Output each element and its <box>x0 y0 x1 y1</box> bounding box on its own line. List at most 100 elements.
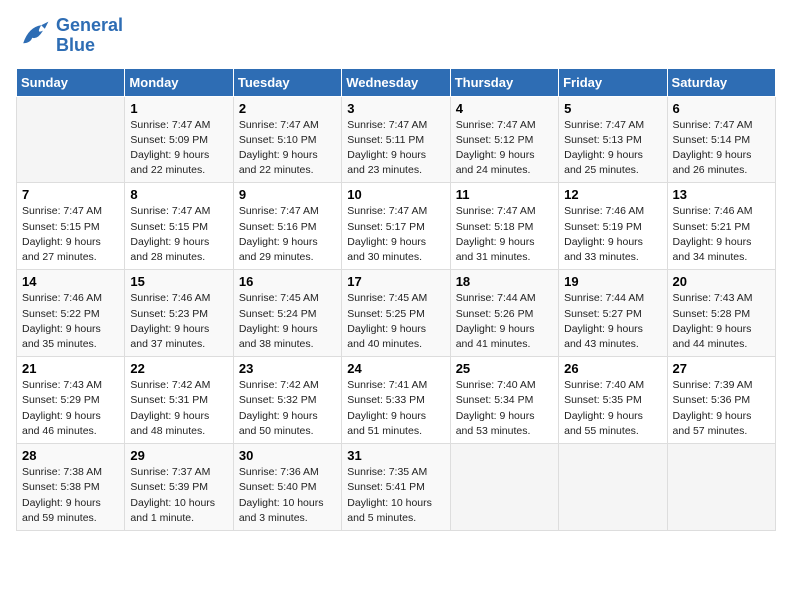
day-info: Sunrise: 7:46 AMSunset: 5:21 PMDaylight:… <box>673 204 770 265</box>
week-row-1: 1 Sunrise: 7:47 AMSunset: 5:09 PMDaylight… <box>17 96 776 183</box>
day-number: 17 <box>347 274 444 289</box>
day-info: Sunrise: 7:36 AMSunset: 5:40 PMDaylight:… <box>239 465 336 526</box>
day-cell: 15 Sunrise: 7:46 AMSunset: 5:23 PMDayligh… <box>125 270 233 357</box>
day-info: Sunrise: 7:43 AMSunset: 5:28 PMDaylight:… <box>673 291 770 352</box>
day-cell <box>559 444 667 531</box>
day-number: 8 <box>130 187 227 202</box>
day-info: Sunrise: 7:45 AMSunset: 5:24 PMDaylight:… <box>239 291 336 352</box>
day-cell: 23 Sunrise: 7:42 AMSunset: 5:32 PMDayligh… <box>233 357 341 444</box>
day-cell: 17 Sunrise: 7:45 AMSunset: 5:25 PMDayligh… <box>342 270 450 357</box>
day-info: Sunrise: 7:47 AMSunset: 5:15 PMDaylight:… <box>130 204 227 265</box>
day-cell: 19 Sunrise: 7:44 AMSunset: 5:27 PMDayligh… <box>559 270 667 357</box>
day-info: Sunrise: 7:47 AMSunset: 5:10 PMDaylight:… <box>239 118 336 179</box>
day-info: Sunrise: 7:47 AMSunset: 5:18 PMDaylight:… <box>456 204 553 265</box>
day-number: 29 <box>130 448 227 463</box>
day-info: Sunrise: 7:45 AMSunset: 5:25 PMDaylight:… <box>347 291 444 352</box>
day-number: 11 <box>456 187 553 202</box>
week-row-4: 21Sunrise: 7:43 AMSunset: 5:29 PMDayligh… <box>17 357 776 444</box>
day-cell: 29 Sunrise: 7:37 AMSunset: 5:39 PMDayligh… <box>125 444 233 531</box>
day-cell: 27 Sunrise: 7:39 AMSunset: 5:36 PMDayligh… <box>667 357 775 444</box>
day-cell <box>667 444 775 531</box>
day-info: Sunrise: 7:46 AMSunset: 5:22 PMDaylight:… <box>22 291 119 352</box>
day-number: 23 <box>239 361 336 376</box>
day-info: Sunrise: 7:40 AMSunset: 5:35 PMDaylight:… <box>564 378 661 439</box>
weekday-header-row: SundayMondayTuesdayWednesdayThursdayFrid… <box>17 68 776 96</box>
day-info: Sunrise: 7:42 AMSunset: 5:32 PMDaylight:… <box>239 378 336 439</box>
day-number: 9 <box>239 187 336 202</box>
day-number: 4 <box>456 101 553 116</box>
logo-text: General Blue <box>56 16 123 56</box>
week-row-5: 28Sunrise: 7:38 AMSunset: 5:38 PMDayligh… <box>17 444 776 531</box>
day-info: Sunrise: 7:46 AMSunset: 5:19 PMDaylight:… <box>564 204 661 265</box>
day-info: Sunrise: 7:40 AMSunset: 5:34 PMDaylight:… <box>456 378 553 439</box>
day-cell: 21Sunrise: 7:43 AMSunset: 5:29 PMDayligh… <box>17 357 125 444</box>
day-cell: 14 Sunrise: 7:46 AMSunset: 5:22 PMDayligh… <box>17 270 125 357</box>
day-info: Sunrise: 7:35 AMSunset: 5:41 PMDaylight:… <box>347 465 444 526</box>
day-number: 1 <box>130 101 227 116</box>
day-cell: 2 Sunrise: 7:47 AMSunset: 5:10 PMDaylight… <box>233 96 341 183</box>
day-info: Sunrise: 7:44 AMSunset: 5:26 PMDaylight:… <box>456 291 553 352</box>
day-info: Sunrise: 7:47 AMSunset: 5:11 PMDaylight:… <box>347 118 444 179</box>
day-number: 27 <box>673 361 770 376</box>
day-number: 22 <box>130 361 227 376</box>
day-cell: 16Sunrise: 7:45 AMSunset: 5:24 PMDayligh… <box>233 270 341 357</box>
day-number: 20 <box>673 274 770 289</box>
day-cell <box>450 444 558 531</box>
day-cell: 7 Sunrise: 7:47 AMSunset: 5:15 PMDaylight… <box>17 183 125 270</box>
day-number: 26 <box>564 361 661 376</box>
day-cell: 3 Sunrise: 7:47 AMSunset: 5:11 PMDaylight… <box>342 96 450 183</box>
day-info: Sunrise: 7:47 AMSunset: 5:12 PMDaylight:… <box>456 118 553 179</box>
day-info: Sunrise: 7:47 AMSunset: 5:09 PMDaylight:… <box>130 118 227 179</box>
day-info: Sunrise: 7:39 AMSunset: 5:36 PMDaylight:… <box>673 378 770 439</box>
day-cell: 13 Sunrise: 7:46 AMSunset: 5:21 PMDayligh… <box>667 183 775 270</box>
day-number: 12 <box>564 187 661 202</box>
day-cell: 8 Sunrise: 7:47 AMSunset: 5:15 PMDaylight… <box>125 183 233 270</box>
day-cell: 1 Sunrise: 7:47 AMSunset: 5:09 PMDaylight… <box>125 96 233 183</box>
day-number: 2 <box>239 101 336 116</box>
calendar-table: SundayMondayTuesdayWednesdayThursdayFrid… <box>16 68 776 531</box>
day-number: 3 <box>347 101 444 116</box>
week-row-3: 14 Sunrise: 7:46 AMSunset: 5:22 PMDayligh… <box>17 270 776 357</box>
day-info: Sunrise: 7:47 AMSunset: 5:16 PMDaylight:… <box>239 204 336 265</box>
day-number: 14 <box>22 274 119 289</box>
week-row-2: 7 Sunrise: 7:47 AMSunset: 5:15 PMDaylight… <box>17 183 776 270</box>
day-number: 6 <box>673 101 770 116</box>
day-cell: 9 Sunrise: 7:47 AMSunset: 5:16 PMDaylight… <box>233 183 341 270</box>
day-number: 10 <box>347 187 444 202</box>
day-cell: 12 Sunrise: 7:46 AMSunset: 5:19 PMDayligh… <box>559 183 667 270</box>
day-info: Sunrise: 7:47 AMSunset: 5:13 PMDaylight:… <box>564 118 661 179</box>
day-number: 28 <box>22 448 119 463</box>
day-cell: 24 Sunrise: 7:41 AMSunset: 5:33 PMDayligh… <box>342 357 450 444</box>
day-info: Sunrise: 7:47 AMSunset: 5:14 PMDaylight:… <box>673 118 770 179</box>
day-cell: 30Sunrise: 7:36 AMSunset: 5:40 PMDayligh… <box>233 444 341 531</box>
header-saturday: Saturday <box>667 68 775 96</box>
day-number: 25 <box>456 361 553 376</box>
logo: General Blue <box>16 16 123 56</box>
day-info: Sunrise: 7:41 AMSunset: 5:33 PMDaylight:… <box>347 378 444 439</box>
day-cell: 25 Sunrise: 7:40 AMSunset: 5:34 PMDayligh… <box>450 357 558 444</box>
day-number: 7 <box>22 187 119 202</box>
day-number: 5 <box>564 101 661 116</box>
day-number: 24 <box>347 361 444 376</box>
day-info: Sunrise: 7:46 AMSunset: 5:23 PMDaylight:… <box>130 291 227 352</box>
day-number: 13 <box>673 187 770 202</box>
header-thursday: Thursday <box>450 68 558 96</box>
day-cell: 26 Sunrise: 7:40 AMSunset: 5:35 PMDayligh… <box>559 357 667 444</box>
day-cell: 10Sunrise: 7:47 AMSunset: 5:17 PMDayligh… <box>342 183 450 270</box>
header-sunday: Sunday <box>17 68 125 96</box>
day-cell: 20 Sunrise: 7:43 AMSunset: 5:28 PMDayligh… <box>667 270 775 357</box>
day-cell <box>17 96 125 183</box>
day-number: 31 <box>347 448 444 463</box>
day-number: 21 <box>22 361 119 376</box>
day-number: 15 <box>130 274 227 289</box>
day-info: Sunrise: 7:42 AMSunset: 5:31 PMDaylight:… <box>130 378 227 439</box>
logo-icon <box>16 18 52 54</box>
day-cell: 31 Sunrise: 7:35 AMSunset: 5:41 PMDayligh… <box>342 444 450 531</box>
header-friday: Friday <box>559 68 667 96</box>
day-info: Sunrise: 7:47 AMSunset: 5:15 PMDaylight:… <box>22 204 119 265</box>
header-monday: Monday <box>125 68 233 96</box>
day-number: 19 <box>564 274 661 289</box>
day-info: Sunrise: 7:44 AMSunset: 5:27 PMDaylight:… <box>564 291 661 352</box>
day-info: Sunrise: 7:37 AMSunset: 5:39 PMDaylight:… <box>130 465 227 526</box>
day-cell: 6 Sunrise: 7:47 AMSunset: 5:14 PMDaylight… <box>667 96 775 183</box>
